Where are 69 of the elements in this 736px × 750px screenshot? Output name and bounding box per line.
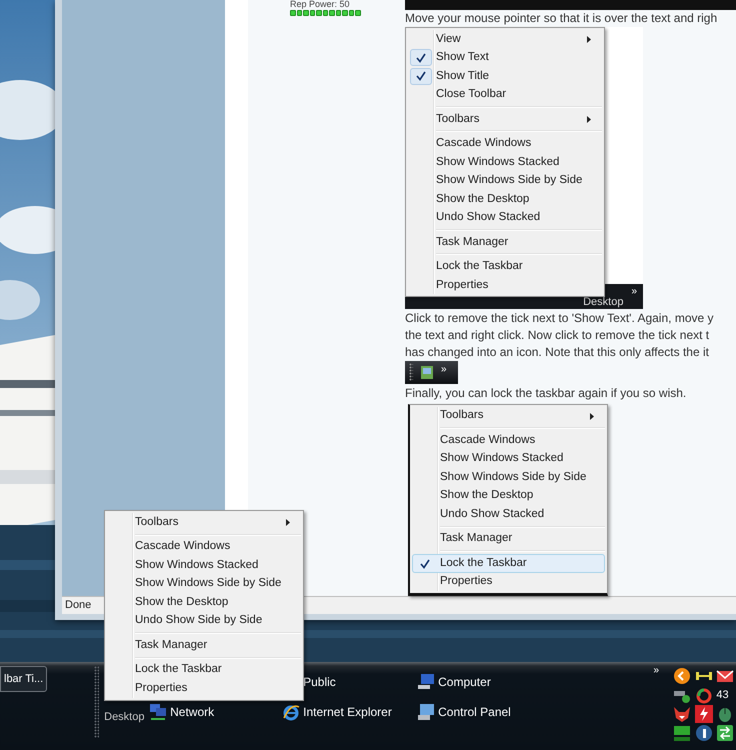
- menu-item[interactable]: Toolbars: [107, 513, 301, 532]
- menu-item[interactable]: Show Title: [408, 66, 602, 86]
- post-text: Click to remove the tick next to 'Show Text'. Again, move y: [405, 310, 714, 327]
- menu-item[interactable]: Undo Show Stacked: [408, 208, 602, 227]
- menu-item[interactable]: Task Manager: [107, 636, 301, 654]
- post-text: Move your mouse pointer so that it is over the text and righ: [405, 10, 718, 27]
- menu-item[interactable]: Show Windows Stacked: [107, 556, 301, 574]
- menu-item[interactable]: Undo Show Stacked: [412, 505, 605, 524]
- shortcut-link[interactable]: Internet Explorer: [303, 703, 392, 721]
- menu-item[interactable]: Show Windows Side by Side: [408, 171, 602, 190]
- checkmark-icon: [410, 68, 432, 85]
- menu-item[interactable]: Close Toolbar: [408, 85, 602, 104]
- menu-item[interactable]: Task Manager: [408, 232, 602, 252]
- menu-item[interactable]: Show the Desktop: [408, 190, 602, 208]
- globe-icon[interactable]: [694, 724, 713, 742]
- window-icon: [421, 366, 433, 379]
- taskbar-button[interactable]: lbar Ti...: [0, 666, 48, 692]
- shortcut-link[interactable]: Network: [170, 703, 214, 721]
- submenu-arrow-icon: [286, 519, 290, 526]
- menu-item[interactable]: Show Windows Side by Side: [412, 468, 605, 486]
- menu-item[interactable]: Show Text: [408, 48, 602, 67]
- circle-icon[interactable]: [673, 667, 691, 685]
- menu-item[interactable]: Show the Desktop: [107, 593, 301, 612]
- arrows-icon[interactable]: [716, 724, 734, 742]
- menu-item[interactable]: Cascade Windows: [412, 431, 605, 450]
- menu-item[interactable]: Undo Show Side by Side: [107, 612, 301, 630]
- post-text: the text and right click. Now click to remove the tick next t: [405, 326, 710, 344]
- chevron-label: »: [441, 362, 447, 377]
- menu-item[interactable]: Cascade Windows: [408, 134, 602, 153]
- post-text: has changed into an icon. Note that this only affects the it: [405, 344, 710, 361]
- menu-item[interactable]: Properties: [408, 276, 602, 294]
- tray-text: 43: [716, 688, 730, 703]
- menu-item[interactable]: Show Windows Stacked: [412, 450, 605, 468]
- shortcut-link[interactable]: Computer: [438, 673, 491, 691]
- menu-item[interactable]: Properties: [107, 679, 301, 698]
- menu-item[interactable]: Task Manager: [412, 530, 605, 548]
- menu-item[interactable]: Properties: [412, 572, 605, 591]
- submenu-arrow-icon: [590, 412, 594, 420]
- menu-item[interactable]: Lock the Taskbar: [412, 554, 605, 572]
- lightning-icon[interactable]: [694, 705, 713, 723]
- post-text: Finally, you can lock the taskbar again if you so wish.: [405, 384, 688, 402]
- menu-item[interactable]: Show Windows Stacked: [408, 152, 602, 172]
- submenu-arrow-icon: [587, 116, 591, 123]
- chevron-button[interactable]: »: [653, 665, 659, 677]
- menu-item[interactable]: Toolbars: [412, 406, 605, 425]
- grip-handle[interactable]: [94, 666, 100, 738]
- menu-item[interactable]: Cascade Windows: [107, 538, 301, 556]
- menu-item[interactable]: Show the Desktop: [412, 486, 605, 505]
- taskbar-label: Desktop: [583, 296, 624, 308]
- computer-icon: [417, 673, 436, 691]
- menu-item[interactable]: Toolbars: [408, 110, 602, 128]
- checkmark-icon: [410, 49, 432, 66]
- menu-item[interactable]: Show Windows Side by Side: [107, 574, 301, 593]
- chevron-label: »: [631, 286, 637, 297]
- toolbar-label: Desktop: [104, 711, 144, 723]
- ring-icon[interactable]: [694, 686, 713, 704]
- menu-item[interactable]: View: [408, 30, 602, 48]
- status-text: Done: [65, 598, 92, 614]
- globe-e-icon: [282, 703, 300, 721]
- shortcut-link[interactable]: Public: [303, 673, 336, 691]
- shortcut-link[interactable]: Control Panel: [438, 703, 511, 721]
- reputation-bar: [290, 10, 360, 16]
- control-panel-icon: [417, 703, 436, 721]
- network-icon: [149, 703, 168, 721]
- menu-item[interactable]: Lock the Taskbar: [107, 660, 301, 679]
- submenu-arrow-icon: [587, 36, 591, 43]
- rep-power-label: Rep Power: 50: [290, 0, 351, 9]
- fox-icon[interactable]: [673, 705, 691, 723]
- menu-item[interactable]: Lock the Taskbar: [408, 257, 602, 276]
